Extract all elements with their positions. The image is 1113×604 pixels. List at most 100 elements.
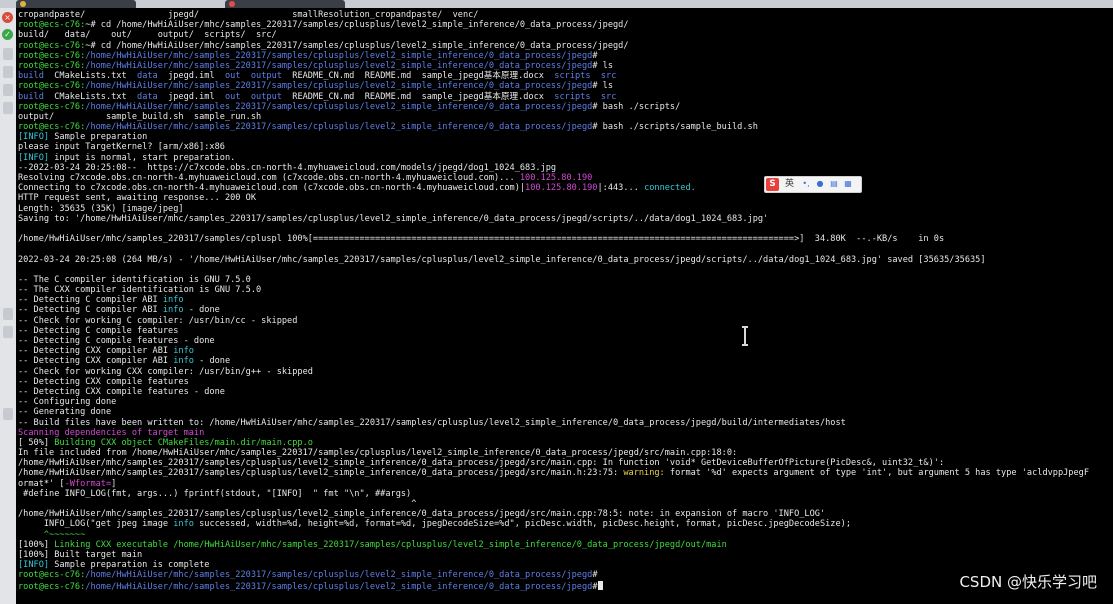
ime-toolbar[interactable]: S 英 •, ● ▤ ▦ — [764, 176, 862, 193]
terminal-line: root@ecs-c76:/home/HwHiAiUser/mhc/sample… — [18, 570, 1089, 580]
check-icon[interactable]: ✓ — [2, 29, 13, 40]
terminal-text: -- Check for working C compiler: /usr/bi… — [18, 315, 298, 326]
terminal-text: -- Check for working CXX compiler: /usr/… — [18, 366, 313, 377]
toolbar-button[interactable] — [3, 102, 13, 114]
toolbar-button[interactable] — [3, 84, 13, 96]
terminal-line: ^~~~~~~~ — [18, 530, 1089, 540]
terminal-line: Scanning dependencies of target main — [18, 428, 1089, 438]
terminal-text: Linking CXX executable /home/HwHiAiUser/… — [54, 539, 727, 550]
terminal-text: [100%] — [18, 539, 55, 550]
terminal-line: -- The C compiler identification is GNU … — [18, 275, 1089, 285]
terminal-text: ^ — [18, 499, 417, 509]
toolbar-button[interactable] — [3, 48, 13, 60]
terminal-line: --2022-03-24 20:25:08-- https://c7xcode.… — [18, 163, 1089, 173]
terminal-line: [INFO] Sample preparation is complete — [18, 560, 1089, 570]
terminal-window[interactable]: cropandpaste/ jpegd/ smallResolution_cro… — [16, 8, 1113, 604]
terminal-line: [INFO] input is normal, start preparatio… — [18, 153, 1089, 163]
terminal-text: /home/HwHiAiUser/mhc/samples_220317/samp… — [85, 50, 593, 61]
terminal-line: Connecting to c7xcode.obs.cn-north-4.myh… — [18, 183, 1089, 193]
terminal-text: Resolving c7xcode.obs.cn-north-4.myhuawe… — [18, 173, 520, 183]
terminal-text: root@ecs-c76: — [18, 60, 86, 71]
terminal-text: # — [592, 50, 598, 61]
terminal-line: [ 50%] Building CXX object CMakeFiles/ma… — [18, 438, 1089, 448]
terminal-text: ^~~~~~~~ — [18, 529, 86, 540]
terminal-line: ^ — [18, 499, 1089, 509]
terminal-text: build/ data/ out/ output/ scripts/ src/ — [18, 30, 277, 41]
terminal-text: /home/HwHiAiUser/mhc/samples_220317/samp… — [18, 234, 945, 245]
toolbar-button[interactable] — [3, 408, 13, 420]
terminal-text: input is normal, start preparation. — [49, 152, 236, 163]
terminal-text: info — [173, 356, 194, 367]
terminal-text: -- Generating done — [18, 407, 112, 418]
sogou-logo: S — [766, 178, 779, 191]
keyboard-icon[interactable]: ▤ — [829, 179, 839, 189]
terminal-text: ] — [111, 478, 117, 489]
terminal-text: HTTP request sent, awaiting response... … — [18, 193, 256, 204]
terminal-text: ~# cd /home/HwHiAiUser/mhc/samples_22031… — [85, 40, 629, 51]
terminal-text: /home/HwHiAiUser/mhc/samples_220317/samp… — [18, 468, 624, 479]
terminal-text: src — [600, 91, 617, 102]
terminal-text: - done — [183, 305, 220, 316]
terminal-text: jpegd.iml — [157, 91, 225, 102]
terminal-text: Sample preparation — [49, 132, 148, 143]
terminal-text: root@ecs-c76: — [18, 581, 86, 592]
terminal-line: #define INFO_LOG(fmt, args...) fprintf(s… — [18, 489, 1089, 499]
terminal-text: src — [600, 71, 617, 82]
terminal-line: root@ecs-c76:/home/HwHiAiUser/mhc/sample… — [18, 122, 1089, 132]
terminal-text: data — [137, 71, 158, 82]
terminal-text: Saving to: '/home/HwHiAiUser/mhc/samples… — [18, 213, 769, 224]
terminal-text: --2022-03-24 20:25:08-- https://c7xcode.… — [18, 162, 557, 173]
close-icon[interactable]: × — [2, 12, 13, 23]
terminal-text: root@ecs-c76: — [18, 81, 86, 92]
terminal-text: out — [224, 71, 241, 82]
toolbar-button[interactable] — [3, 326, 13, 338]
terminal-text: /home/HwHiAiUser/mhc/samples_220317/samp… — [18, 458, 945, 469]
terminal-text: 100.125.80.190 — [519, 173, 593, 183]
terminal-line: Resolving c7xcode.obs.cn-north-4.myhuawe… — [18, 173, 1089, 183]
terminal-text: warning: — [623, 468, 665, 479]
terminal-text: [ 50%] — [18, 437, 55, 448]
toolbar-button[interactable] — [3, 308, 13, 320]
terminal-line: cropandpaste/ jpegd/ smallResolution_cro… — [18, 10, 1089, 20]
terminal-line: root@ecs-c76:/home/HwHiAiUser/mhc/sample… — [18, 61, 1089, 71]
terminal-text: output/ sample_build.sh sample_run.sh — [18, 111, 262, 122]
terminal-line: -- Detecting C compile features - done — [18, 336, 1089, 346]
terminal-text: format '%d' expects argument of type 'in… — [664, 468, 1090, 479]
terminal-text: -- Detecting CXX compile features — [18, 376, 189, 387]
text-cursor-icon — [742, 326, 748, 346]
ime-language-toggle[interactable]: 英 — [785, 178, 794, 191]
tab-session-2[interactable] — [225, 0, 345, 8]
tab-session-1[interactable] — [16, 0, 136, 8]
terminal-text: -- Detecting CXX compiler ABI — [18, 356, 174, 367]
terminal-text: connected. — [644, 183, 696, 194]
terminal-text: output — [250, 71, 282, 82]
terminal-text: # bash ./scripts/sample_build.sh — [592, 122, 758, 133]
terminal-line: HTTP request sent, awaiting response... … — [18, 193, 1089, 203]
grid-icon[interactable]: ▦ — [843, 179, 853, 189]
terminal-line: root@ecs-c76:/home/HwHiAiUser/mhc/sample… — [18, 102, 1089, 112]
terminal-text: [INFO] — [18, 560, 50, 571]
terminal-text: cropandpaste/ jpegd/ smallResolution_cro… — [18, 10, 479, 20]
terminal-text: ormat*' [ — [18, 478, 65, 489]
terminal-line: root@ecs-c76:/home/HwHiAiUser/mhc/sample… — [18, 51, 1089, 61]
terminal-text: info — [173, 346, 194, 357]
terminal-line: -- Generating done — [18, 407, 1089, 417]
punctuation-icon[interactable]: •, — [801, 179, 811, 189]
terminal-line: In file included from /home/HwHiAiUser/m… — [18, 448, 1089, 458]
terminal-text: # ls — [592, 81, 614, 92]
terminal-line: Length: 35635 (35K) [image/jpeg] — [18, 204, 1089, 214]
terminal-text: - done — [193, 356, 231, 367]
toolbar-button[interactable] — [3, 66, 13, 78]
terminal-text: [INFO] — [18, 132, 50, 143]
terminal-line: -- Configuring done — [18, 397, 1089, 407]
terminal-text: info — [162, 295, 184, 306]
terminal-line: build CMakeLists.txt data jpegd.iml out … — [18, 71, 1089, 81]
terminal-text: Length: 35635 (35K) [image/jpeg] — [18, 203, 184, 214]
terminal-text: Building CXX object CMakeFiles/main.dir/… — [54, 437, 313, 448]
terminal-line: /home/HwHiAiUser/mhc/samples_220317/samp… — [18, 509, 1089, 519]
terminal-line: root@ecs-c76:/home/HwHiAiUser/mhc/sample… — [18, 81, 1089, 91]
terminal-line: root@ecs-c76:~# cd /home/HwHiAiUser/mhc/… — [18, 41, 1089, 51]
microphone-icon[interactable]: ● — [815, 179, 825, 189]
